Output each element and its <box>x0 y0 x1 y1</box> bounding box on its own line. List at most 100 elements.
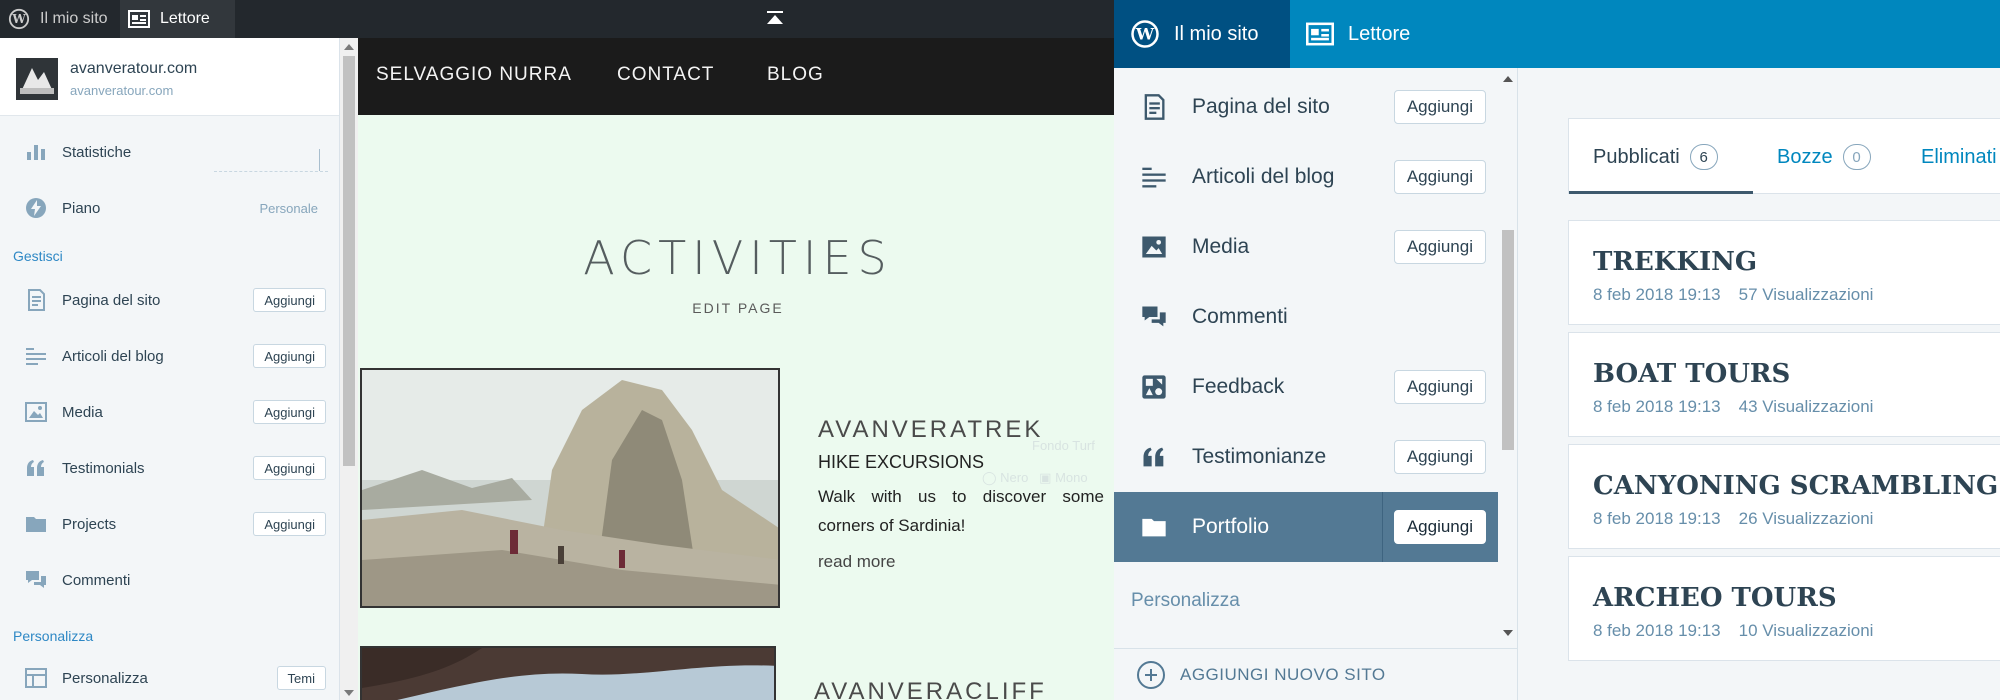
scroll-up-arrow[interactable] <box>1503 76 1513 82</box>
add-new-site-label: AGGIUNGI NUOVO SITO <box>1180 664 1386 684</box>
sidebar-scrollbar[interactable] <box>340 38 358 700</box>
tab-trashed[interactable]: Eliminati <box>1921 119 1997 195</box>
site-url[interactable]: avanveratour.com <box>70 83 173 98</box>
add-page-button[interactable]: Aggiungi <box>253 288 326 312</box>
quote-icon <box>27 460 44 476</box>
add-media-button[interactable]: Aggiungi <box>1393 230 1486 264</box>
sidebar-item-site-pages[interactable]: Pagina del sito Aggiungi <box>1114 72 1498 142</box>
collapse-arrow-icon[interactable] <box>764 9 786 29</box>
themes-button[interactable]: Temi <box>276 666 326 690</box>
masterbar-reader-label: Lettore <box>1348 22 1411 45</box>
activity-photo-hike[interactable] <box>360 368 780 608</box>
post-views[interactable]: 43 Visualizzazioni <box>1739 397 1874 416</box>
sidebar-item-portfolio[interactable]: Portfolio Aggiungi <box>1114 492 1498 562</box>
scroll-thumb[interactable] <box>1502 230 1514 450</box>
add-post-button[interactable]: Aggiungi <box>1393 160 1486 194</box>
site-preview: SELVAGGIO NURRA CONTACT BLOG ACTIVITIES … <box>358 38 1114 700</box>
sidebar-item-blog-posts[interactable]: Articoli del blog Aggiungi <box>0 328 339 384</box>
sidebar-item-label: Feedback <box>1192 375 1285 398</box>
personalize-header: Personalizza <box>13 628 94 644</box>
admin-bar-my-site-label: Il mio sito <box>40 10 108 27</box>
wordpress-icon: W <box>1131 20 1159 48</box>
sidebar-item-feedback[interactable]: Feedback Aggiungi <box>1114 352 1498 422</box>
sidebar-item-site-pages[interactable]: Pagina del sito Aggiungi <box>0 272 339 328</box>
post-title[interactable]: BOAT TOURS <box>1593 359 1790 389</box>
scroll-down-arrow[interactable] <box>344 690 354 696</box>
sidebar-item-media[interactable]: Media Aggiungi <box>1114 212 1498 282</box>
add-portfolio-button[interactable]: Aggiungi <box>1393 510 1486 544</box>
scroll-down-arrow[interactable] <box>1503 630 1513 636</box>
post-title[interactable]: TREKKING <box>1593 247 1757 277</box>
sidebar-item-label: Projects <box>62 515 117 533</box>
divider <box>1382 492 1383 562</box>
add-page-button[interactable]: Aggiungi <box>1393 90 1486 124</box>
sidebar-item-comments[interactable]: Commenti <box>1114 282 1498 352</box>
read-more-link[interactable]: read more <box>818 552 895 572</box>
list-item[interactable]: BOAT TOURS 8 feb 2018 19:13 43 Visualizza… <box>1568 332 2000 437</box>
admin-bar-my-site[interactable]: W Il mio sito <box>0 0 120 38</box>
sidebar-item-customize[interactable]: Personalizza Temi <box>0 650 339 700</box>
folder-icon <box>26 517 46 532</box>
post-date: 8 feb 2018 19:13 <box>1593 509 1721 528</box>
add-new-site-button[interactable]: AGGIUNGI NUOVO SITO <box>1114 648 1517 700</box>
site-card[interactable]: avanveratour.com avanveratour.com <box>0 38 339 116</box>
masterbar-my-site[interactable]: W Il mio sito <box>1114 0 1290 68</box>
nav-link-selvaggio-nurra[interactable]: SELVAGGIO NURRA <box>376 64 572 86</box>
sidebar-item-label: Pagina del sito <box>62 291 161 309</box>
sidebar-item-testimonials[interactable]: Testimonials Aggiungi <box>0 440 339 496</box>
personalize-header: Personalizza <box>1131 590 1240 611</box>
sidebar-item-label: Articoli del blog <box>62 347 164 365</box>
activity-subtitle: HIKE EXCURSIONS <box>818 452 985 472</box>
sidebar-item-media[interactable]: Media Aggiungi <box>0 384 339 440</box>
plan-icon <box>26 198 46 218</box>
post-meta: 8 feb 2018 19:13 57 Visualizzazioni <box>1593 285 1873 305</box>
post-views[interactable]: 57 Visualizzazioni <box>1739 285 1874 304</box>
list-item[interactable]: CANYONING SCRAMBLING 8 feb 2018 19:13 26 … <box>1568 444 2000 549</box>
reader-icon <box>1306 22 1334 46</box>
activity-photo-cliff[interactable] <box>360 646 776 700</box>
add-testimonial-button[interactable]: Aggiungi <box>1393 440 1486 474</box>
feedback-icon <box>1142 375 1166 399</box>
site-name: avanveratour.com <box>70 60 198 77</box>
masterbar-reader[interactable]: Lettore <box>1290 0 1440 68</box>
tab-published[interactable]: Pubblicati 6 <box>1593 119 1718 195</box>
media-icon <box>1142 236 1166 258</box>
sidebar-item-blog-posts[interactable]: Articoli del blog Aggiungi <box>1114 142 1498 212</box>
tab-label: Bozze <box>1777 145 1833 168</box>
scroll-up-arrow[interactable] <box>344 44 354 50</box>
sidebar-item-testimonials[interactable]: Testimonianze Aggiungi <box>1114 422 1498 492</box>
post-title[interactable]: ARCHEO TOURS <box>1593 583 1837 613</box>
site-logo <box>16 58 58 100</box>
sidebar-item-label: Media <box>1192 235 1250 258</box>
post-views[interactable]: 26 Visualizzazioni <box>1739 509 1874 528</box>
post-views[interactable]: 10 Visualizzazioni <box>1739 621 1874 640</box>
tab-drafts[interactable]: Bozze 0 <box>1777 119 1871 195</box>
stats-icon <box>27 145 45 160</box>
add-testimonial-button[interactable]: Aggiungi <box>253 456 326 480</box>
list-item[interactable]: TREKKING 8 feb 2018 19:13 57 Visualizzazi… <box>1568 220 2000 325</box>
add-feedback-button[interactable]: Aggiungi <box>1393 370 1486 404</box>
page-icon <box>1144 94 1165 120</box>
edit-page-link[interactable]: EDIT PAGE <box>358 300 1114 316</box>
post-title[interactable]: CANYONING SCRAMBLING <box>1593 471 1998 501</box>
site-sidebar: avanveratour.com avanveratour.com Statis… <box>0 38 340 700</box>
sidebar-item-stats[interactable]: Statistiche <box>0 124 339 180</box>
nav-link-contact[interactable]: CONTACT <box>617 64 714 86</box>
admin-bar-reader[interactable]: Lettore <box>120 0 235 38</box>
tab-count: 6 <box>1689 144 1718 170</box>
scroll-thumb[interactable] <box>343 56 355 466</box>
admin-bar: W Il mio sito Lettore <box>0 0 1114 38</box>
add-media-button[interactable]: Aggiungi <box>253 400 326 424</box>
customize-icon <box>25 668 47 688</box>
add-post-button[interactable]: Aggiungi <box>253 344 326 368</box>
list-item[interactable]: ARCHEO TOURS 8 feb 2018 19:13 10 Visualiz… <box>1568 556 2000 661</box>
add-circle-icon <box>1137 660 1165 689</box>
sidebar-item-projects[interactable]: Projects Aggiungi <box>0 496 339 552</box>
svg-text:W: W <box>11 12 26 26</box>
sidebar-scrollbar[interactable] <box>1498 68 1517 648</box>
add-project-button[interactable]: Aggiungi <box>253 512 326 536</box>
nav-link-blog[interactable]: BLOG <box>767 64 824 86</box>
tab-label: Pubblicati <box>1593 145 1680 168</box>
sidebar-item-comments[interactable]: Commenti <box>0 552 339 608</box>
sidebar-item-plan[interactable]: Piano Personale <box>0 180 339 236</box>
